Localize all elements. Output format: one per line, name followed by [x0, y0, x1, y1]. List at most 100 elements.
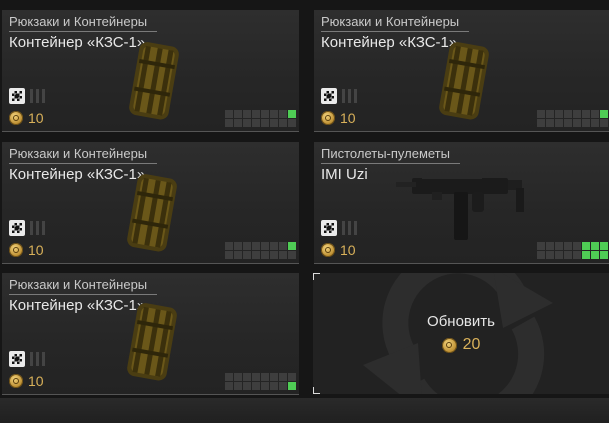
refresh-price: 20: [313, 336, 609, 354]
grid-cell: [279, 242, 287, 250]
grid-cell: [261, 373, 269, 381]
grid-cell: [564, 242, 572, 250]
coin-icon: [321, 111, 335, 125]
grid-cell: [243, 119, 251, 127]
quality-indicator: [9, 88, 45, 104]
grid-cell: [564, 251, 572, 259]
grid-cell: [261, 382, 269, 390]
grid-cell: [252, 382, 260, 390]
grid-cell: [234, 242, 242, 250]
grid-cell: [288, 119, 296, 127]
item-price: 10: [321, 110, 356, 126]
grid-cell: [582, 242, 590, 250]
inventory-size-grid: [537, 242, 608, 259]
price-value: 10: [340, 110, 356, 126]
item-price: 10: [9, 110, 44, 126]
item-category: Рюкзаки и Контейнеры: [9, 14, 158, 32]
grid-cell: [582, 119, 590, 127]
shop-item-card[interactable]: Рюкзаки и Контейнеры Контейнер «КЗС-1» 1…: [2, 10, 299, 132]
grid-cell: [270, 251, 278, 259]
quality-icon: [9, 220, 25, 236]
refresh-arrows-icon: [363, 273, 553, 394]
grid-cell: [582, 251, 590, 259]
grid-cell: [564, 110, 572, 118]
coin-icon: [9, 243, 23, 257]
item-price: 10: [321, 242, 356, 258]
price-value: 10: [28, 242, 44, 258]
uzi-image: [396, 174, 524, 240]
shop-item-card[interactable]: Рюкзаки и Контейнеры Контейнер «КЗС-1» 1…: [2, 273, 299, 395]
refresh-button[interactable]: Обновить 20: [313, 273, 609, 394]
grid-cell: [234, 119, 242, 127]
grid-cell: [225, 242, 233, 250]
quality-icon: [9, 88, 25, 104]
grid-cell: [546, 110, 554, 118]
grid-cell: [243, 251, 251, 259]
container-image: [129, 42, 179, 120]
inventory-size-grid: [225, 373, 296, 390]
price-value: 10: [28, 373, 44, 389]
grid-cell: [582, 110, 590, 118]
grid-cell: [573, 119, 581, 127]
grid-cell: [261, 251, 269, 259]
item-price: 10: [9, 373, 44, 389]
grid-cell: [288, 382, 296, 390]
grid-cell: [261, 110, 269, 118]
quality-indicator: [9, 220, 45, 236]
grid-cell: [252, 119, 260, 127]
coin-icon: [9, 374, 23, 388]
inventory-size-grid: [225, 242, 296, 259]
grid-cell: [225, 251, 233, 259]
grid-cell: [279, 251, 287, 259]
grid-cell: [279, 119, 287, 127]
coin-icon: [321, 243, 335, 257]
quality-icon: [321, 88, 337, 104]
grid-cell: [600, 242, 608, 250]
container-image: [127, 303, 177, 381]
grid-cell: [234, 251, 242, 259]
quality-indicator: [321, 220, 357, 236]
refresh-price-value: 20: [462, 336, 481, 353]
grid-cell: [252, 251, 260, 259]
grid-cell: [600, 110, 608, 118]
shop-item-card[interactable]: Рюкзаки и Контейнеры Контейнер «КЗС-1» 1…: [314, 10, 609, 132]
shop-item-card[interactable]: Рюкзаки и Контейнеры Контейнер «КЗС-1» 1…: [2, 142, 299, 264]
grid-cell: [600, 119, 608, 127]
grid-cell: [243, 242, 251, 250]
grid-cell: [555, 119, 563, 127]
container-image: [439, 42, 489, 120]
grid-cell: [555, 242, 563, 250]
grid-cell: [564, 119, 572, 127]
grid-cell: [546, 251, 554, 259]
grid-cell: [270, 110, 278, 118]
item-name: IMI Uzi: [321, 166, 368, 183]
grid-cell: [537, 251, 545, 259]
grid-cell: [270, 119, 278, 127]
grid-cell: [537, 119, 545, 127]
item-category: Рюкзаки и Контейнеры: [9, 146, 158, 164]
grid-cell: [270, 373, 278, 381]
grid-cell: [243, 110, 251, 118]
shop-item-card[interactable]: Пистолеты-пулеметы IMI Uzi 10: [314, 142, 609, 264]
grid-cell: [288, 110, 296, 118]
coin-icon: [9, 111, 23, 125]
bottom-strip: [0, 398, 609, 423]
grid-cell: [600, 251, 608, 259]
grid-cell: [225, 119, 233, 127]
quality-icon: [321, 220, 337, 236]
grid-cell: [591, 110, 599, 118]
inventory-size-grid: [225, 110, 296, 127]
grid-cell: [234, 110, 242, 118]
price-value: 10: [340, 242, 356, 258]
quality-indicator: [321, 88, 357, 104]
grid-cell: [234, 373, 242, 381]
grid-cell: [288, 373, 296, 381]
grid-cell: [546, 119, 554, 127]
grid-cell: [537, 110, 545, 118]
grid-cell: [573, 242, 581, 250]
grid-cell: [261, 242, 269, 250]
grid-cell: [591, 251, 599, 259]
grid-cell: [252, 110, 260, 118]
grid-cell: [252, 242, 260, 250]
container-image: [127, 174, 177, 252]
